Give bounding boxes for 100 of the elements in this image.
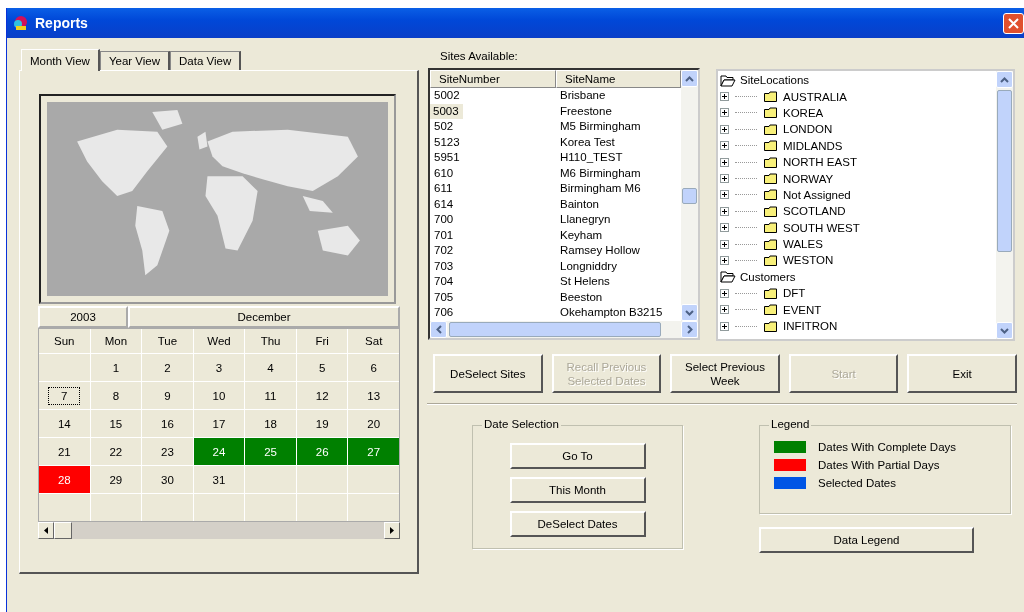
day-cell[interactable]: 17 <box>193 410 245 437</box>
action-button[interactable]: Select Previous Week <box>670 354 780 393</box>
table-cell[interactable]: H110_TEST <box>556 150 681 166</box>
year-label[interactable]: 2003 <box>38 306 128 328</box>
plus-icon[interactable] <box>720 305 729 315</box>
tree-item[interactable]: AUSTRALIA <box>783 90 847 103</box>
day-cell[interactable]: 26 <box>296 438 348 465</box>
day-cell[interactable]: 29 <box>90 466 142 493</box>
tree-item[interactable]: SiteLocations <box>740 74 810 87</box>
table-cell[interactable]: 611 <box>430 181 556 197</box>
day-cell[interactable]: 10 <box>193 382 245 409</box>
tree-item[interactable]: WESTON <box>783 254 834 267</box>
plus-icon[interactable] <box>720 174 729 184</box>
tree-item[interactable]: INFITRON <box>783 320 838 333</box>
table-cell[interactable]: 706 <box>430 305 556 321</box>
plus-icon[interactable] <box>720 239 729 249</box>
column-header[interactable]: SiteName <box>556 70 681 88</box>
tree-item[interactable]: LONDON <box>783 123 833 136</box>
tree-item[interactable]: SCOTLAND <box>783 205 846 218</box>
day-cell[interactable]: 7 <box>39 382 90 409</box>
day-cell[interactable]: 19 <box>296 410 348 437</box>
tree-item[interactable]: DFT <box>783 287 806 300</box>
table-cell[interactable]: 614 <box>430 196 556 212</box>
data-legend-button[interactable]: Data Legend <box>759 527 974 553</box>
day-cell[interactable]: 22 <box>90 438 142 465</box>
column-header[interactable]: SiteNumber <box>430 70 556 88</box>
scroll-thumb[interactable] <box>682 187 697 204</box>
table-cell[interactable]: 5123 <box>430 134 556 150</box>
table-cell[interactable]: 703 <box>430 258 556 274</box>
table-cell[interactable]: M5 Birmingham <box>556 119 681 135</box>
plus-icon[interactable] <box>720 206 729 216</box>
plus-icon[interactable] <box>720 288 729 298</box>
plus-icon[interactable] <box>720 141 729 151</box>
table-cell[interactable]: Brisbane <box>556 88 681 104</box>
plus-icon[interactable] <box>720 92 729 102</box>
table-cell[interactable]: 702 <box>430 243 556 259</box>
day-cell[interactable]: 2 <box>142 354 193 381</box>
action-button[interactable]: DeSelect Sites <box>433 354 543 393</box>
tree-item[interactable]: EVENT <box>783 303 822 316</box>
table-cell[interactable]: Ramsey Hollow <box>556 243 681 259</box>
day-cell[interactable]: 20 <box>348 410 399 437</box>
day-cell[interactable]: 9 <box>142 382 193 409</box>
table-cell[interactable]: 704 <box>430 274 556 290</box>
day-cell[interactable]: 8 <box>90 382 142 409</box>
scroll-thumb[interactable] <box>449 322 661 337</box>
day-cell[interactable]: 30 <box>142 466 193 493</box>
tree-item[interactable]: MIDLANDS <box>783 139 843 152</box>
tree-item[interactable]: SOUTH WEST <box>783 221 860 234</box>
plus-icon[interactable] <box>720 223 729 233</box>
scroll-thumb[interactable] <box>997 90 1012 252</box>
day-cell[interactable]: 21 <box>39 438 90 465</box>
scrollbar[interactable] <box>681 70 698 321</box>
table-cell[interactable]: Okehampton B3215 <box>556 305 681 321</box>
day-cell[interactable]: 5 <box>296 354 348 381</box>
plus-icon[interactable] <box>720 256 729 265</box>
tree-item[interactable]: Customers <box>740 270 796 283</box>
scrollbar[interactable] <box>996 71 1013 339</box>
tree-item[interactable]: NORTH EAST <box>783 156 857 169</box>
day-cell[interactable]: 28 <box>39 466 90 493</box>
table-cell[interactable]: Beeston <box>556 289 681 305</box>
plus-icon[interactable] <box>720 190 729 200</box>
day-cell[interactable]: 15 <box>90 410 142 437</box>
date-button[interactable]: This Month <box>509 477 646 503</box>
tree-item[interactable]: NORWAY <box>783 172 834 185</box>
table-cell[interactable]: Freestone <box>556 103 681 119</box>
table-cell[interactable]: 705 <box>430 289 556 305</box>
tree-item[interactable]: WALES <box>783 238 823 251</box>
scrollbar[interactable] <box>430 321 698 338</box>
day-cell[interactable]: 31 <box>193 466 245 493</box>
table-cell[interactable]: 502 <box>430 119 556 135</box>
day-cell[interactable]: 27 <box>348 438 399 465</box>
day-cell[interactable]: 1 <box>90 354 142 381</box>
table-cell[interactable]: 5003 <box>430 103 463 119</box>
day-cell[interactable]: 13 <box>348 382 399 409</box>
day-cell[interactable]: 25 <box>245 438 296 465</box>
day-cell[interactable]: 24 <box>193 438 245 465</box>
plus-icon[interactable] <box>720 321 729 331</box>
table-cell[interactable]: 700 <box>430 212 556 228</box>
tree-item[interactable]: KOREA <box>783 106 824 119</box>
action-button[interactable]: Exit <box>907 354 1017 393</box>
table-cell[interactable]: Bainton <box>556 196 681 212</box>
table-cell[interactable]: M6 Birmingham <box>556 165 681 181</box>
day-cell[interactable]: 12 <box>296 382 348 409</box>
plus-icon[interactable] <box>720 157 729 167</box>
date-button[interactable]: Go To <box>509 443 646 469</box>
day-cell[interactable]: 16 <box>142 410 193 437</box>
plus-icon[interactable] <box>720 124 729 134</box>
tab[interactable]: Data View <box>170 51 242 70</box>
tab[interactable]: Year View <box>99 51 171 70</box>
table-cell[interactable]: St Helens <box>556 274 681 290</box>
plus-icon[interactable] <box>720 108 729 118</box>
day-cell[interactable]: 23 <box>142 438 193 465</box>
day-cell[interactable]: 3 <box>193 354 245 381</box>
table-cell[interactable]: Llanegryn <box>556 212 681 228</box>
month-label[interactable]: December <box>128 306 400 328</box>
close-button[interactable] <box>1003 12 1024 34</box>
table-cell[interactable]: Longniddry <box>556 258 681 274</box>
table-cell[interactable]: 5951 <box>430 150 556 166</box>
day-cell[interactable]: 6 <box>348 354 399 381</box>
tree-item[interactable]: Not Assigned <box>783 188 851 201</box>
